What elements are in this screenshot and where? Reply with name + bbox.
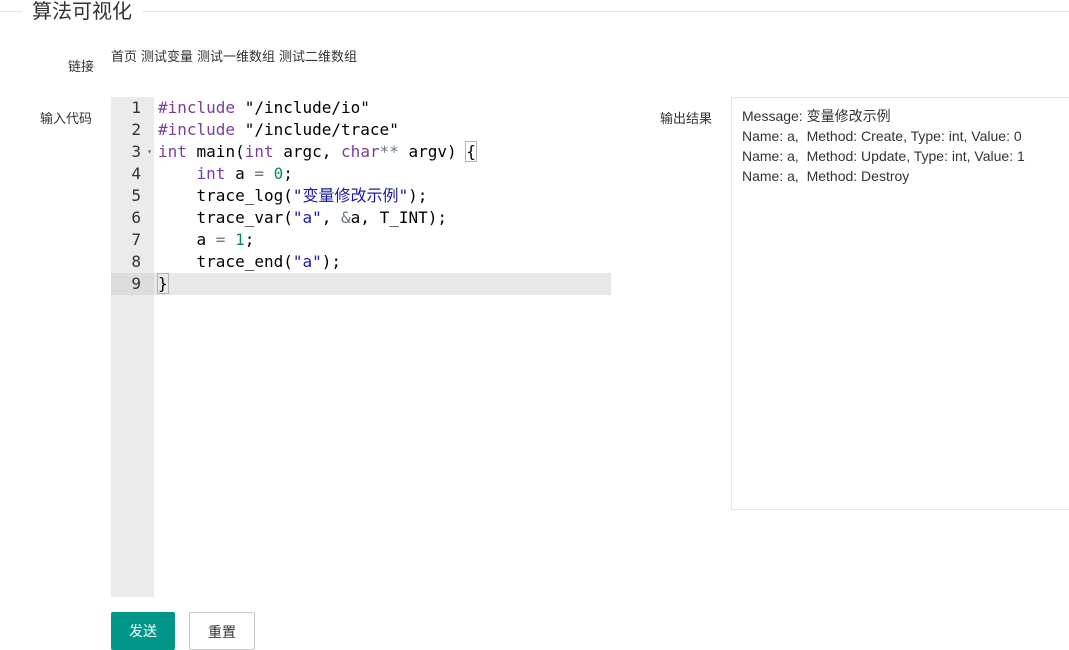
output-label: 输出结果 xyxy=(660,111,713,126)
code-line[interactable]: trace_var("a", &a, T_INT); xyxy=(154,207,611,229)
page-title: 算法可视化 xyxy=(22,0,142,24)
line-number: 2 xyxy=(111,119,154,141)
line-number-text: 2 xyxy=(131,120,141,139)
code-token: a xyxy=(225,164,255,183)
text-cursor xyxy=(167,275,169,294)
code-token: trace_log( xyxy=(158,186,293,205)
links-bar: 首页 测试变量 测试一维数组 测试二维数组 xyxy=(111,46,361,65)
code-token: "a" xyxy=(292,252,322,271)
code-token: argv) xyxy=(398,142,467,161)
code-token: int xyxy=(244,142,274,161)
code-token: ; xyxy=(283,164,293,183)
link-test-1d-array[interactable]: 测试一维数组 xyxy=(197,49,275,64)
input-code-label: 输入代码 xyxy=(40,111,93,126)
code-line-text: trace_log("变量修改示例"); xyxy=(154,186,428,205)
output-line: Name: a, Method: Update, Type: int, Valu… xyxy=(742,148,1025,164)
fold-arrow-icon[interactable]: ▾ xyxy=(147,141,152,163)
line-number: 5 xyxy=(111,185,154,207)
code-token: trace_var( xyxy=(158,208,293,227)
code-token: argc, xyxy=(273,142,342,161)
line-number: 4 xyxy=(111,163,154,185)
code-token: "/include/io" xyxy=(235,98,370,117)
code-line-text: int main(int argc, char** argv) { xyxy=(154,141,477,162)
link-test-variable[interactable]: 测试变量 xyxy=(141,49,193,64)
code-token: int xyxy=(196,164,226,183)
code-token: 0 xyxy=(273,164,284,183)
code-line-text: a = 1; xyxy=(154,230,255,249)
code-token: ); xyxy=(408,186,428,205)
output-line: Name: a, Method: Destroy xyxy=(742,168,910,184)
code-line-text: #include "/include/io" xyxy=(154,98,370,117)
output-line: Name: a, Method: Create, Type: int, Valu… xyxy=(742,128,1022,144)
code-token: #include xyxy=(158,98,236,117)
line-number-text: 8 xyxy=(131,252,141,271)
code-line[interactable]: a = 1; xyxy=(154,229,611,251)
code-token: "a" xyxy=(292,208,322,227)
code-token: #include xyxy=(158,120,236,139)
code-token: a, T_INT); xyxy=(350,208,447,227)
reset-button[interactable]: 重置 xyxy=(189,612,255,650)
line-number-text: 4 xyxy=(131,164,141,183)
code-line[interactable]: trace_log("变量修改示例"); xyxy=(154,185,611,207)
output-panel: Message: 变量修改示例 Name: a, Method: Create,… xyxy=(731,97,1069,510)
code-line[interactable]: int a = 0; xyxy=(154,163,611,185)
code-token: "变量修改示例" xyxy=(292,186,409,205)
line-number: 8 xyxy=(111,251,154,273)
output-line: Message: 变量修改示例 xyxy=(742,108,891,124)
link-home[interactable]: 首页 xyxy=(111,49,137,64)
line-number-text: 6 xyxy=(131,208,141,227)
code-line[interactable]: trace_end("a"); xyxy=(154,251,611,273)
send-button[interactable]: 发送 xyxy=(111,612,175,650)
code-line-text: #include "/include/trace" xyxy=(154,120,399,139)
code-token: = xyxy=(215,230,226,249)
line-number: 7 xyxy=(111,229,154,251)
code-area[interactable]: #include "/include/io" #include "/include… xyxy=(154,97,611,597)
code-editor[interactable]: 1 2 3 ▾ 4 5 6 7 8 9 #include "/include/io" #includ… xyxy=(111,97,611,597)
line-number: 3 ▾ xyxy=(111,141,154,163)
code-token: "/include/trace" xyxy=(235,120,399,139)
line-number: 1 xyxy=(111,97,154,119)
code-token: ; xyxy=(244,230,255,249)
line-number-text: 1 xyxy=(131,98,141,117)
line-number: 9 xyxy=(111,273,154,295)
link-test-2d-array[interactable]: 测试二维数组 xyxy=(279,49,357,64)
code-token: main( xyxy=(186,142,245,161)
code-token: } xyxy=(157,273,169,294)
code-line-text: int a = 0; xyxy=(154,164,293,183)
title-divider xyxy=(0,11,1069,12)
code-line-text: trace_end("a"); xyxy=(154,252,342,271)
code-token: ** xyxy=(379,142,399,161)
code-line[interactable]: } xyxy=(154,273,611,295)
line-number-text: 9 xyxy=(131,274,141,293)
code-token: ); xyxy=(321,252,342,271)
links-label: 链接 xyxy=(68,59,95,74)
code-token: & xyxy=(341,208,351,227)
code-line[interactable]: #include "/include/trace" xyxy=(154,119,611,141)
code-token: a xyxy=(158,230,216,249)
code-token: trace_end( xyxy=(158,252,293,271)
line-number-text: 5 xyxy=(131,186,141,205)
code-line[interactable]: #include "/include/io" xyxy=(154,97,611,119)
code-token: int xyxy=(158,142,187,161)
line-number-text: 3 xyxy=(131,142,141,161)
code-line[interactable]: int main(int argc, char** argv) { xyxy=(154,141,611,163)
code-token: = xyxy=(254,164,264,183)
code-token: { xyxy=(465,141,477,162)
code-token: char xyxy=(341,142,380,161)
line-number: 6 xyxy=(111,207,154,229)
code-line-text: trace_var("a", &a, T_INT); xyxy=(154,208,447,227)
line-number-gutter: 1 2 3 ▾ 4 5 6 7 8 9 xyxy=(111,97,154,597)
code-line-text: } xyxy=(154,273,169,294)
line-number-text: 7 xyxy=(131,230,141,249)
code-token: 1 xyxy=(235,230,245,249)
code-token: , xyxy=(321,208,342,227)
